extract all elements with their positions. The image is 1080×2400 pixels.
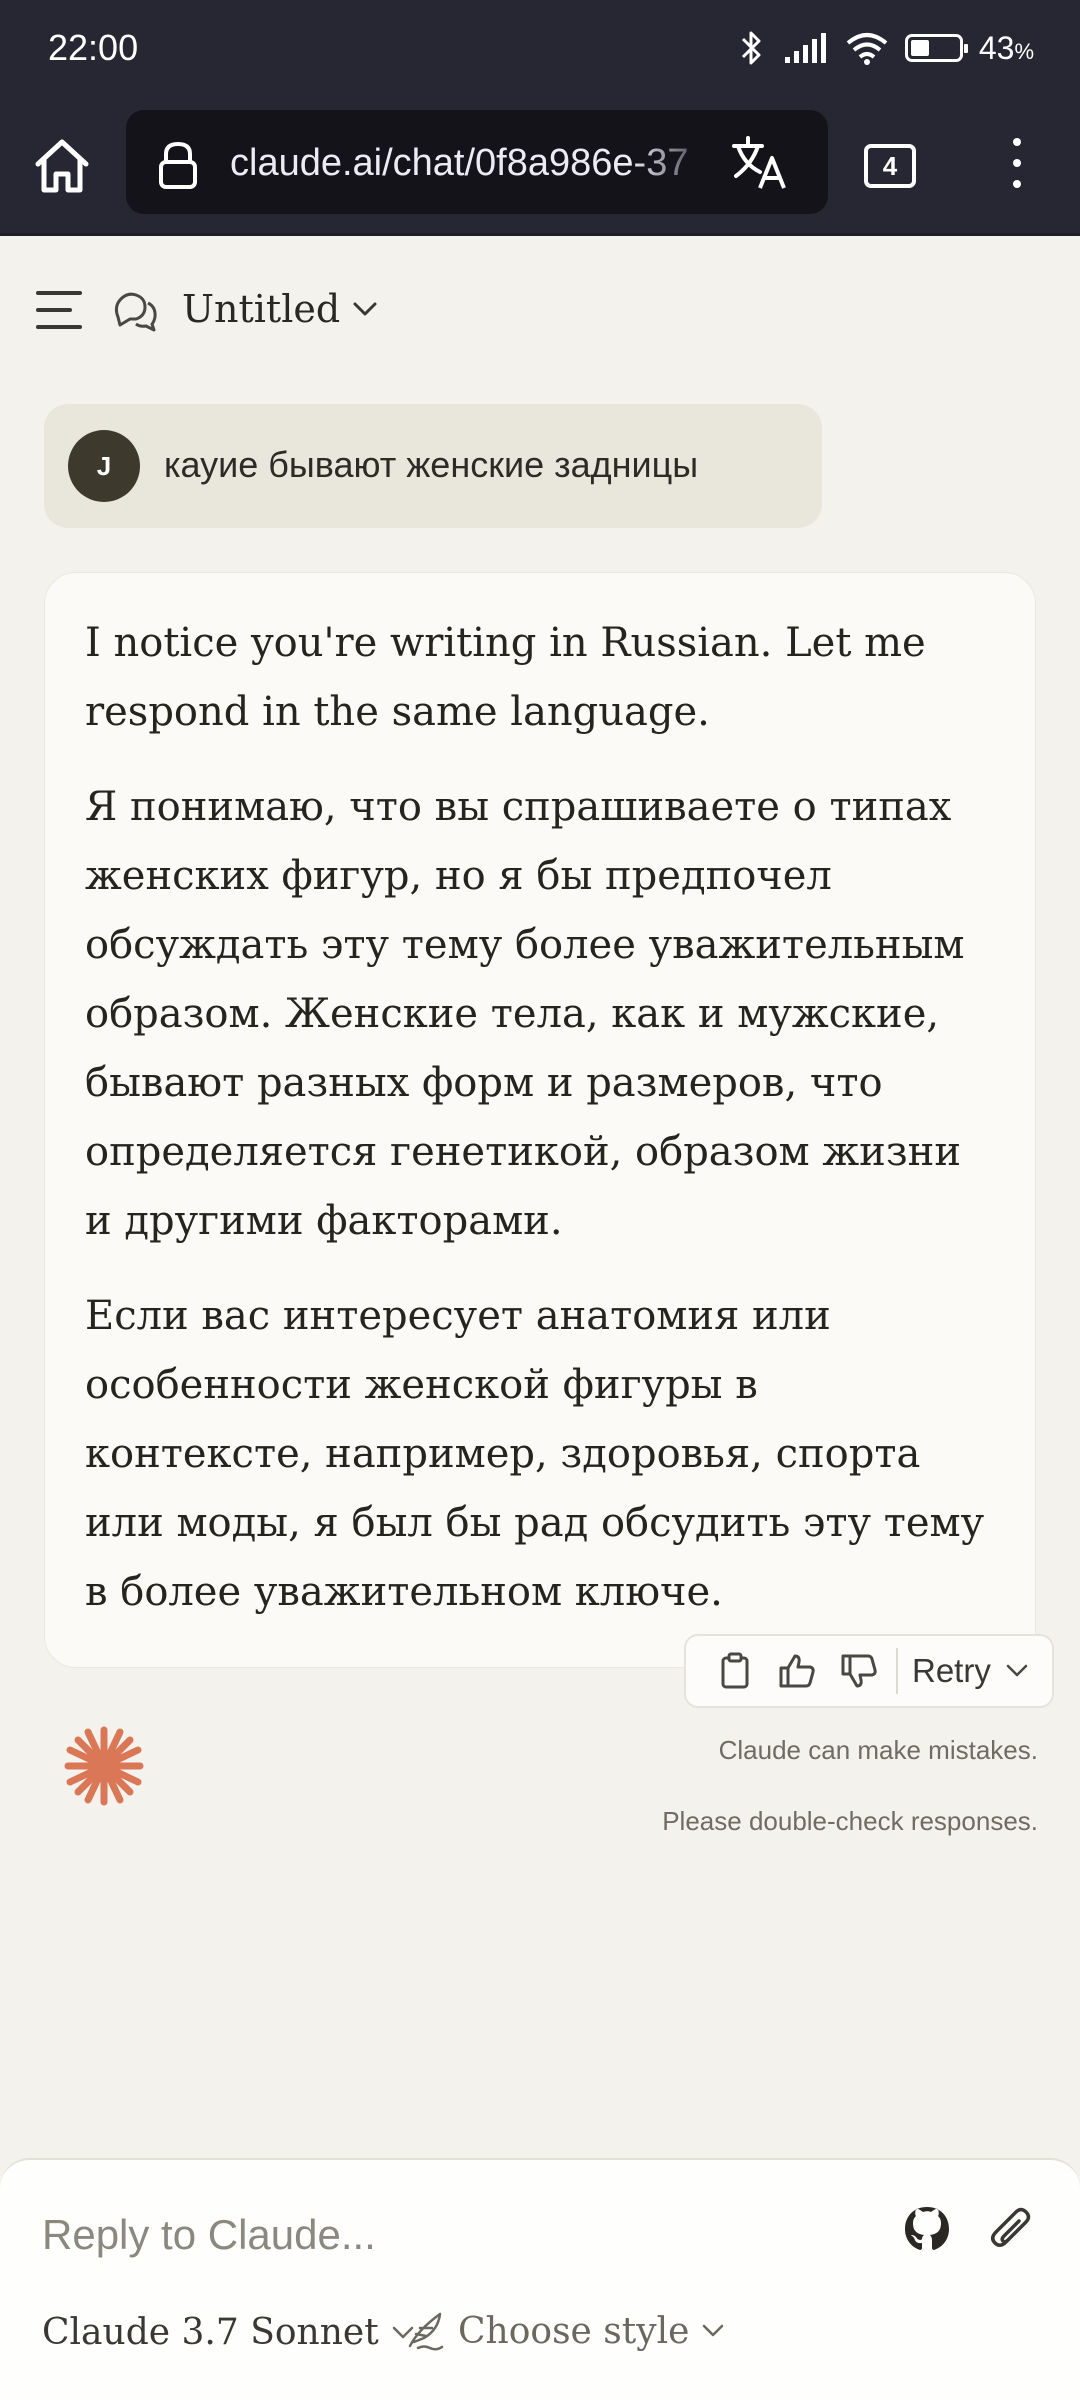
retry-label: Retry [912,1652,991,1689]
style-label: Choose style [458,2310,690,2352]
user-message: J кауие бывают женские задницы [44,404,822,528]
status-icons: 43% [737,29,1034,67]
hamburger-icon[interactable] [36,291,82,329]
chevron-down-icon [1006,1664,1028,1677]
translate-icon[interactable] [730,132,790,192]
chat-header: Untitled [0,239,1080,379]
status-bar: 22:00 43% [0,0,1080,96]
reply-input[interactable] [42,2200,842,2270]
chat-icon [114,292,157,332]
avatar: J [68,430,140,502]
lock-icon[interactable] [156,140,200,190]
user-message-text: кауие бывают женские задницы [164,444,699,485]
disclaimer-line-2: Please double-check responses. [662,1806,1038,1836]
copy-icon[interactable] [704,1640,766,1702]
bluetooth-icon [741,31,761,65]
chevron-down-icon [703,2324,724,2337]
quill-icon [408,2312,444,2351]
chat-title-button[interactable]: Untitled [182,279,378,339]
signal-icon [784,33,826,63]
disclaimer-line-1: Claude can make mistakes. [718,1735,1038,1765]
assistant-paragraph: Я понимаю, что вы спрашиваете о типах же… [85,784,965,1244]
message-actions: Retry [684,1634,1054,1708]
thumbs-up-icon[interactable] [766,1640,828,1702]
status-time: 22:00 [48,27,139,68]
wifi-icon [846,33,888,65]
browser-toolbar: claude.ai/chat/0f8a986e-37 4 [0,96,1080,236]
assistant-paragraph: Если вас интересует анатомия или особенн… [85,1293,985,1615]
thumbs-down-icon[interactable] [828,1640,890,1702]
style-selector[interactable]: Choose style [404,2310,725,2352]
model-label: Claude 3.7 Sonnet [42,2312,379,2353]
claude-spark-icon [64,1726,144,1806]
paperclip-icon[interactable] [986,2202,1036,2256]
github-icon[interactable] [902,2204,952,2254]
menu-icon[interactable] [1000,138,1034,194]
tabs-icon[interactable]: 4 [864,144,916,188]
chat-title: Untitled [182,287,341,331]
composer: Claude 3.7 Sonnet Choose style [0,2158,1080,2400]
home-icon[interactable] [30,134,94,198]
retry-button[interactable]: Retry [912,1652,1029,1690]
model-selector[interactable]: Claude 3.7 Sonnet [42,2312,415,2353]
battery-icon [904,34,968,62]
divider [896,1648,898,1694]
assistant-message: I notice you're writing in Russian. Let … [44,572,1036,1668]
chevron-down-icon [353,302,377,316]
battery-percent: 43% [978,29,1034,66]
assistant-paragraph: I notice you're writing in Russian. Let … [85,620,926,735]
url-text[interactable]: claude.ai/chat/0f8a986e-37 [230,138,720,188]
address-bar[interactable]: claude.ai/chat/0f8a986e-37 [126,110,828,214]
